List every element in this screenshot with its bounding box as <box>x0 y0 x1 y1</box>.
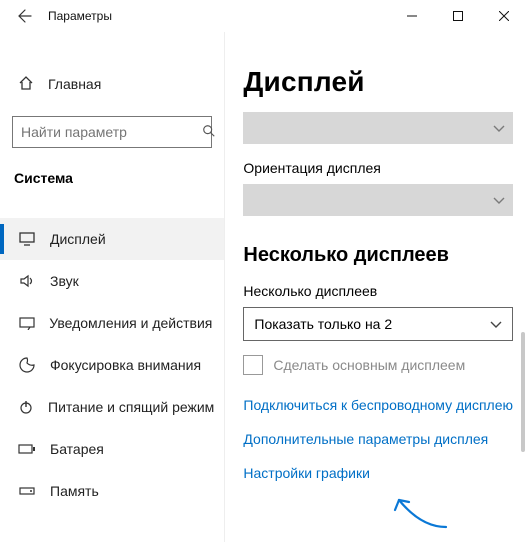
battery-icon <box>18 443 36 455</box>
home-icon <box>18 75 34 94</box>
orientation-label: Ориентация дисплея <box>243 160 513 176</box>
focus-icon <box>18 357 36 373</box>
sidebar-group-system: Система <box>0 156 224 196</box>
link-graphics-settings[interactable]: Настройки графики <box>243 465 513 481</box>
notifications-icon <box>18 316 35 330</box>
search-input[interactable] <box>21 124 202 140</box>
maximize-icon <box>453 11 463 21</box>
power-icon <box>18 399 34 415</box>
search-icon <box>202 124 216 141</box>
close-icon <box>499 11 509 21</box>
multiple-displays-value: Показать только на 2 <box>254 316 392 332</box>
multiple-displays-dropdown[interactable]: Показать только на 2 <box>243 307 513 341</box>
sidebar-item-display[interactable]: Дисплей <box>0 218 224 260</box>
sidebar-item-notifications[interactable]: Уведомления и действия <box>0 302 224 344</box>
sidebar-item-label: Питание и спящий режим <box>48 399 214 415</box>
sidebar-item-battery[interactable]: Батарея <box>0 428 224 470</box>
sidebar-item-power[interactable]: Питание и спящий режим <box>0 386 224 428</box>
annotation-arrow-icon <box>391 492 451 532</box>
chevron-down-icon <box>490 316 502 332</box>
sidebar-item-label: Батарея <box>50 441 104 457</box>
sidebar-home-label: Главная <box>48 76 101 92</box>
titlebar: Параметры <box>0 0 527 32</box>
arrow-left-icon <box>16 8 32 24</box>
make-primary-checkbox[interactable] <box>243 355 263 375</box>
sidebar-item-focus[interactable]: Фокусировка внимания <box>0 344 224 386</box>
multiple-displays-label: Несколько дисплеев <box>243 283 513 299</box>
chevron-down-icon <box>493 120 505 136</box>
storage-icon <box>18 485 36 497</box>
sidebar-item-storage[interactable]: Память <box>0 470 224 512</box>
sound-icon <box>18 274 36 288</box>
link-wireless-display[interactable]: Подключиться к беспроводному дисплею <box>243 397 513 413</box>
section-multiple-displays: Несколько дисплеев <box>243 244 513 267</box>
scrollbar-thumb[interactable] <box>521 332 525 452</box>
sidebar-item-label: Память <box>50 483 99 499</box>
sidebar-item-label: Фокусировка внимания <box>50 357 201 373</box>
sidebar-item-label: Дисплей <box>50 231 106 247</box>
sidebar-item-label: Уведомления и действия <box>49 315 212 331</box>
make-primary-row[interactable]: Сделать основным дисплеем <box>243 355 513 375</box>
minimize-icon <box>407 11 417 21</box>
orientation-dropdown[interactable] <box>243 184 513 216</box>
sidebar: Главная Система Дисплей Звук <box>0 32 225 542</box>
sidebar-home[interactable]: Главная <box>0 64 224 104</box>
content-pane: Дисплей Ориентация дисплея Несколько дис… <box>225 32 527 542</box>
make-primary-label: Сделать основным дисплеем <box>273 357 465 373</box>
search-box[interactable] <box>12 116 212 148</box>
maximize-button[interactable] <box>435 0 481 32</box>
back-button[interactable] <box>8 0 40 32</box>
resolution-dropdown[interactable] <box>243 112 513 144</box>
page-title: Дисплей <box>243 66 513 98</box>
window-title: Параметры <box>48 9 112 23</box>
chevron-down-icon <box>493 192 505 208</box>
minimize-button[interactable] <box>389 0 435 32</box>
display-icon <box>18 232 36 246</box>
sidebar-item-label: Звук <box>50 273 79 289</box>
sidebar-item-sound[interactable]: Звук <box>0 260 224 302</box>
link-advanced-display[interactable]: Дополнительные параметры дисплея <box>243 431 513 447</box>
close-button[interactable] <box>481 0 527 32</box>
